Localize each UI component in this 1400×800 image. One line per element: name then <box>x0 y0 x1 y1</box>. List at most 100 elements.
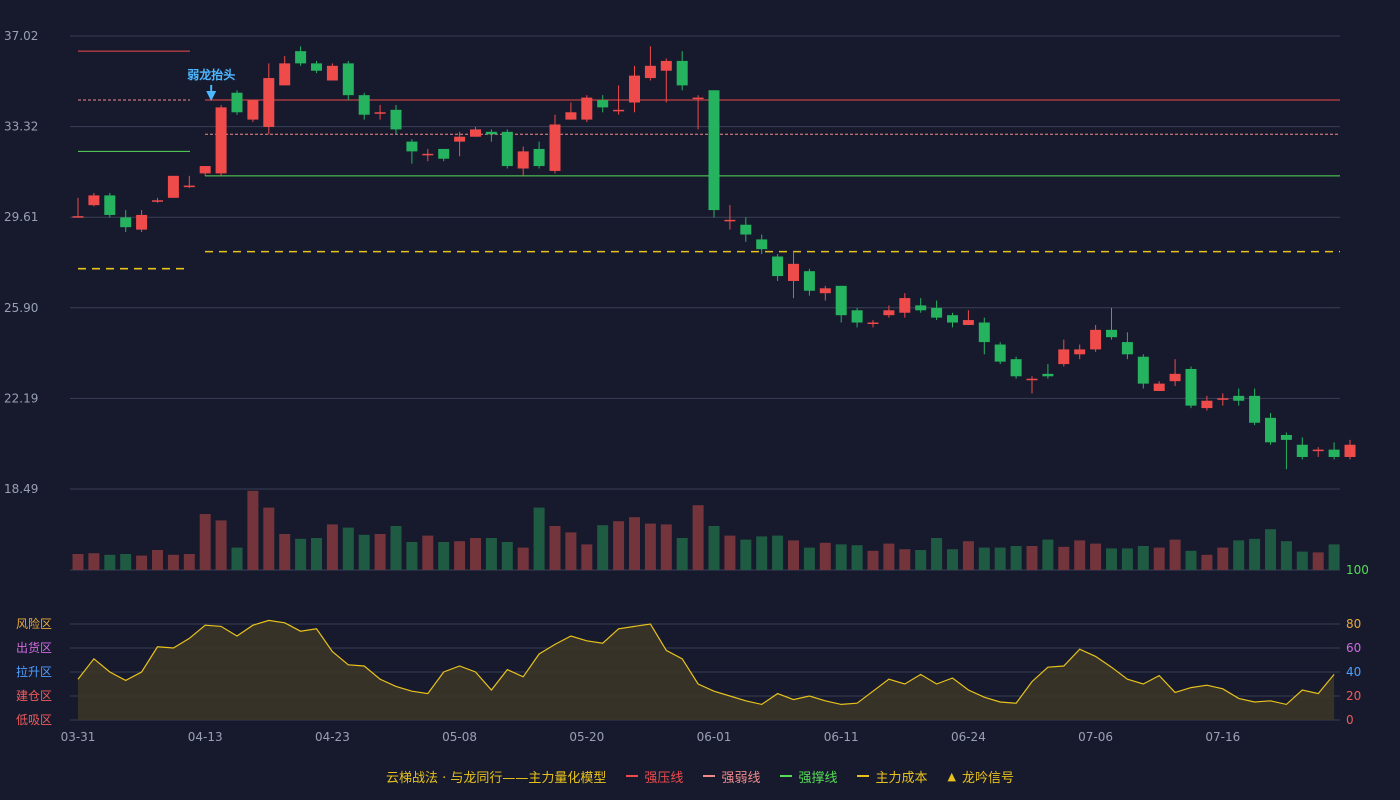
candle-body <box>962 320 974 325</box>
candle-body <box>947 315 958 323</box>
chart-legend: 云梯战法 · 与龙同行——主力量化模型 强压线 强弱线 强撑线 主力成本 ▲ 龙… <box>0 764 1400 788</box>
volume-bar <box>819 542 831 570</box>
volume-bar <box>1233 540 1245 570</box>
candle-body <box>740 224 752 235</box>
volume-bar <box>692 505 704 570</box>
x-tick-label: 06-24 <box>951 730 986 744</box>
candle-body <box>390 109 402 130</box>
legend-label: 主力成本 <box>875 770 928 786</box>
x-tick-label: 06-01 <box>697 730 732 744</box>
candle-body <box>756 239 768 250</box>
x-tick-label: 06-11 <box>824 730 859 744</box>
oscillator-zone-label: 出货区 <box>16 640 52 655</box>
candle-body <box>915 305 927 311</box>
oscillator-tick-label: 60 <box>1346 641 1361 655</box>
candle-body <box>1026 378 1038 381</box>
oscillator-zone-label: 拉升区 <box>16 664 52 679</box>
x-tick-label: 04-23 <box>315 730 350 744</box>
x-tick-label: 04-13 <box>188 730 223 744</box>
legend-item-strong-resistance[interactable]: 强压线 <box>626 767 683 786</box>
candle-body <box>1153 383 1165 391</box>
chart-container: 37.02 33.32 29.61 25.90 22.19 18.49 100 80 60 40 2… <box>0 0 1400 800</box>
candle-body <box>1010 359 1022 377</box>
legend-item-strong-support[interactable]: 强撑线 <box>780 767 837 786</box>
oscillator-zone-label: 风险区 <box>16 616 52 631</box>
volume-bar <box>231 547 243 570</box>
legend-item-signal[interactable]: ▲ 龙吟信号 <box>947 767 1013 786</box>
volume-bar <box>724 535 736 570</box>
candle-body <box>1201 400 1213 409</box>
candle-body <box>1249 395 1261 423</box>
volume-bar <box>962 541 974 570</box>
candle-body <box>581 97 593 120</box>
legend-item-strength-line[interactable]: 强弱线 <box>703 767 760 786</box>
candle-body <box>1344 444 1356 457</box>
price-tick-label: 25.90 <box>4 301 38 315</box>
volume-bar <box>183 554 195 570</box>
legend-solid-red-mark <box>626 775 639 777</box>
legend-label: 强弱线 <box>721 770 761 786</box>
candle-body <box>549 124 561 171</box>
price-tick-label: 29.61 <box>4 210 38 224</box>
volume-bar <box>342 527 354 570</box>
volume-bar <box>1169 539 1181 570</box>
volume-bar <box>199 514 211 570</box>
volume-bar <box>279 534 291 570</box>
candle-body <box>1074 349 1086 355</box>
candle-body <box>1217 398 1229 400</box>
volume-bar <box>326 524 338 570</box>
candle-body <box>772 256 784 277</box>
volume-bar <box>1280 541 1292 570</box>
candle-body <box>1058 349 1070 365</box>
candle-body <box>1185 368 1197 406</box>
candle-body <box>788 263 799 281</box>
candle-body <box>422 153 434 156</box>
volume-bar <box>136 555 148 570</box>
candle-body <box>931 307 943 318</box>
candle-body <box>406 141 418 152</box>
volume-bar <box>994 547 1006 570</box>
volume-bar <box>1185 550 1197 570</box>
volume-bar <box>899 549 911 570</box>
candle-body <box>899 298 911 313</box>
volume-bar <box>406 542 418 570</box>
legend-dashed-yellow-mark <box>857 775 870 777</box>
legend-dashed-pink-mark <box>703 775 716 777</box>
candle-body <box>247 100 259 120</box>
volume-bar <box>485 538 497 570</box>
candle-body <box>565 112 577 120</box>
x-tick-label: 05-08 <box>442 730 477 744</box>
oscillator-zone-label: 建仓区 <box>16 689 52 703</box>
candle-body <box>517 151 529 169</box>
volume-bar <box>1026 546 1038 570</box>
candle-body <box>1265 417 1276 443</box>
candle-body <box>120 217 132 228</box>
legend-item-main-cost[interactable]: 主力成本 <box>857 767 927 786</box>
candle-body <box>1296 444 1308 457</box>
volume-bar <box>104 554 116 570</box>
volume-bar <box>803 547 815 570</box>
legend-solid-green-mark <box>780 775 793 777</box>
candle-body <box>676 60 688 86</box>
candle-body <box>1042 373 1054 377</box>
volume-bar <box>295 538 307 570</box>
oscillator-tick-label: 80 <box>1346 617 1361 631</box>
volume-bar <box>851 545 863 570</box>
candle-body <box>152 200 163 202</box>
volume-bar <box>931 538 943 570</box>
legend-model-label: 云梯战法 · 与龙同行——主力量化模型 <box>386 767 606 786</box>
candle-body <box>470 129 481 137</box>
candle-body <box>485 131 497 135</box>
volume-bar <box>708 526 720 570</box>
volume-bar <box>788 540 799 570</box>
volume-bar <box>1265 529 1276 570</box>
volume-bar <box>247 490 259 570</box>
volume-bar <box>215 520 227 570</box>
candlestick-chart: 37.02 33.32 29.61 25.90 22.19 18.49 100 80 60 40 2… <box>4 29 1369 744</box>
candle-body <box>183 185 195 188</box>
volume-bar <box>1074 540 1086 570</box>
candle-body <box>342 63 354 96</box>
volume-bar <box>533 507 545 570</box>
candle-body <box>994 344 1006 362</box>
oscillator-area <box>78 620 1335 720</box>
